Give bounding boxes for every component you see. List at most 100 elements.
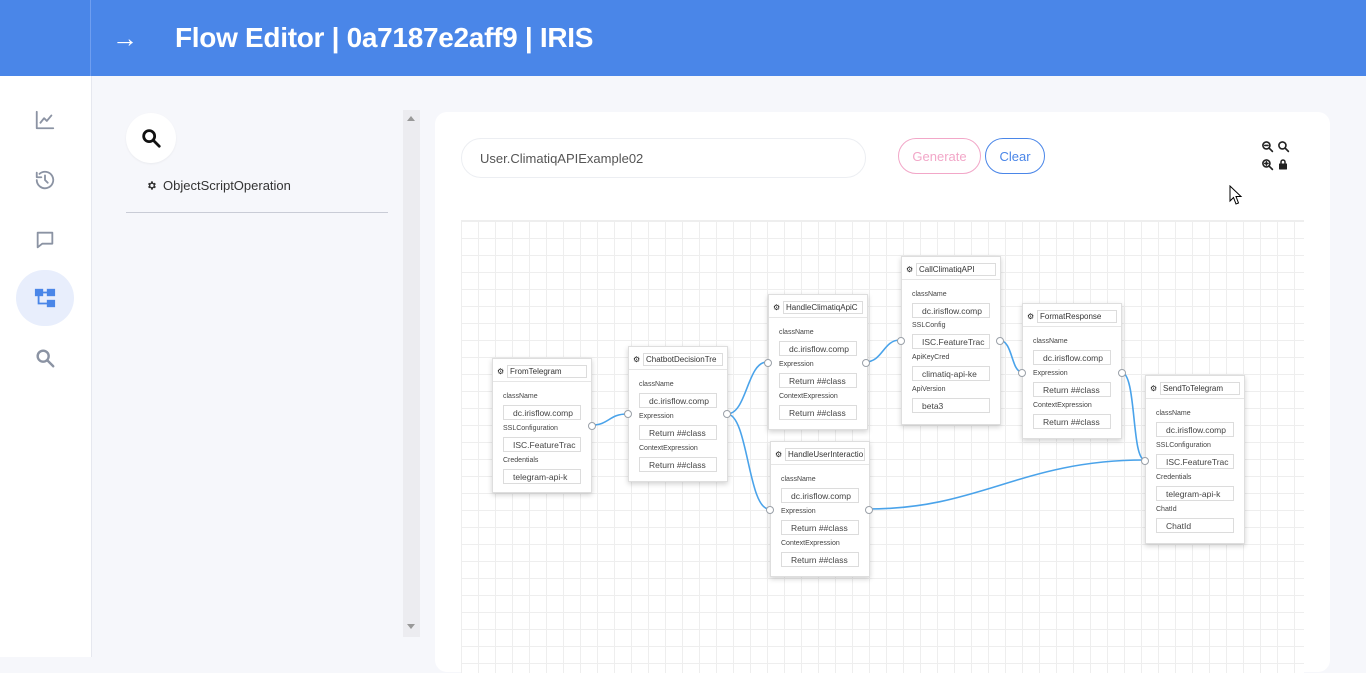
flow-node[interactable]: ⚙ FormatResponse className dc.irisflow.co…	[1022, 303, 1122, 439]
zoom-reset-icon[interactable]	[1277, 140, 1290, 158]
output-port[interactable]	[862, 359, 870, 367]
palette-scrollbar[interactable]	[403, 110, 420, 637]
field-input[interactable]: Return ##class	[779, 373, 857, 388]
field-label: className	[779, 329, 814, 336]
field-label: ContextExpression	[779, 393, 838, 400]
flow-node[interactable]: ⚙ ChatbotDecisionTre className dc.irisflo…	[628, 346, 728, 482]
sidebar-item-history[interactable]	[16, 152, 74, 208]
arrow-right-icon[interactable]: →	[112, 22, 138, 54]
node-header[interactable]: ⚙ HandleClimatiqApiC	[773, 300, 863, 314]
field-input[interactable]: dc.irisflow.comp	[1033, 350, 1111, 365]
field-input[interactable]: Return ##class	[1033, 382, 1111, 397]
sidebar-item-messages[interactable]	[16, 212, 74, 268]
sidebar-item-search[interactable]	[16, 330, 74, 386]
node-header[interactable]: ⚙ ChatbotDecisionTre	[633, 352, 723, 366]
field-input[interactable]: Return ##class	[781, 520, 859, 535]
field-label: ContextExpression	[1033, 402, 1092, 409]
node-title[interactable]: SendToTelegram	[1160, 381, 1240, 395]
palette-item-objectscriptoperation[interactable]: ObjectScriptOperation	[146, 178, 291, 193]
field-input[interactable]: dc.irisflow.comp	[639, 393, 717, 408]
input-port[interactable]	[624, 410, 632, 418]
node-title[interactable]: FromTelegram	[507, 364, 587, 378]
field-input[interactable]: Return ##class	[639, 457, 717, 472]
palette-item-label: ObjectScriptOperation	[163, 178, 291, 193]
connection-wire	[867, 459, 1146, 510]
page-title: Flow Editor | 0a7187e2aff9 | IRIS	[175, 22, 594, 53]
node-title[interactable]: HandleClimatiqApiC	[783, 300, 863, 314]
field-input[interactable]: dc.irisflow.comp	[1156, 422, 1234, 437]
field-label: className	[781, 476, 816, 483]
scroll-down-icon[interactable]	[407, 624, 415, 629]
field-input[interactable]: telegram-api-k	[1156, 486, 1234, 501]
node-header[interactable]: ⚙ HandleUserInteractio	[775, 447, 865, 461]
scroll-up-icon[interactable]	[407, 116, 415, 121]
flow-node[interactable]: ⚙ HandleUserInteractio className dc.irisf…	[770, 441, 870, 577]
input-port[interactable]	[897, 337, 905, 345]
lock-icon[interactable]	[1277, 158, 1289, 176]
field-label: SSLConfig	[912, 322, 946, 329]
node-header[interactable]: ⚙ CallClimatiqAPI	[906, 262, 996, 276]
field-input[interactable]: Return ##class	[1033, 414, 1111, 429]
flow-canvas[interactable]: ⚙ FromTelegram className dc.irisflow.comp…	[461, 220, 1304, 673]
flow-node[interactable]: ⚙ FromTelegram className dc.irisflow.comp…	[492, 358, 592, 493]
field-input[interactable]: ISC.FeatureTrac	[1156, 454, 1234, 469]
node-header[interactable]: ⚙ SendToTelegram	[1150, 381, 1240, 395]
output-port[interactable]	[1118, 369, 1126, 377]
history-icon	[35, 170, 55, 190]
clear-button[interactable]: Clear	[985, 138, 1045, 174]
field-input[interactable]: dc.irisflow.comp	[779, 341, 857, 356]
flow-node[interactable]: ⚙ SendToTelegram className dc.irisflow.co…	[1145, 375, 1245, 544]
field-input[interactable]: dc.irisflow.comp	[503, 405, 581, 420]
field-label: className	[1033, 338, 1068, 345]
node-title[interactable]: ChatbotDecisionTre	[643, 352, 723, 366]
field-input[interactable]: dc.irisflow.comp	[912, 303, 990, 318]
output-port[interactable]	[996, 337, 1004, 345]
zoom-controls	[1261, 138, 1291, 174]
output-port[interactable]	[723, 410, 731, 418]
node-title[interactable]: CallClimatiqAPI	[916, 262, 996, 276]
field-input[interactable]: Return ##class	[779, 405, 857, 420]
connection-wire	[726, 361, 768, 415]
field-input[interactable]: ISC.FeatureTrac	[912, 334, 990, 349]
node-title[interactable]: FormatResponse	[1037, 309, 1117, 323]
node-title[interactable]: HandleUserInteractio	[785, 447, 865, 461]
sidebar-item-analytics[interactable]	[16, 92, 74, 148]
field-label: Expression	[639, 413, 674, 420]
field-input[interactable]: ChatId	[1156, 518, 1234, 533]
input-port[interactable]	[764, 359, 772, 367]
flow-node[interactable]: ⚙ CallClimatiqAPI className dc.irisflow.c…	[901, 256, 1001, 425]
divider	[629, 369, 727, 370]
zoom-in-icon[interactable]	[1261, 158, 1274, 176]
field-input[interactable]: telegram-api-k	[503, 469, 581, 484]
chart-line-icon	[35, 110, 55, 130]
zoom-out-icon[interactable]	[1261, 140, 1274, 158]
output-port[interactable]	[865, 506, 873, 514]
divider	[1146, 398, 1244, 399]
input-port[interactable]	[1141, 457, 1149, 465]
field-label: ContextExpression	[781, 540, 840, 547]
top-bar-logo-area	[0, 0, 91, 76]
node-header[interactable]: ⚙ FormatResponse	[1027, 309, 1117, 323]
gear-icon: ⚙	[1027, 311, 1035, 321]
node-header[interactable]: ⚙ FromTelegram	[497, 364, 587, 378]
flow-node[interactable]: ⚙ HandleClimatiqApiC className dc.irisflo…	[768, 294, 868, 430]
field-label: Credentials	[1156, 474, 1192, 481]
field-input[interactable]: climatiq-api-ke	[912, 366, 990, 381]
palette-search-button[interactable]	[126, 113, 176, 163]
output-port[interactable]	[588, 422, 596, 430]
input-port[interactable]	[766, 506, 774, 514]
field-label: ChatId	[1156, 506, 1177, 513]
field-input[interactable]: Return ##class	[781, 552, 859, 567]
input-port[interactable]	[1018, 369, 1026, 377]
sidebar-item-flow[interactable]	[16, 270, 74, 326]
generate-button[interactable]: Generate	[898, 138, 981, 174]
field-input[interactable]: ISC.FeatureTrac	[503, 437, 581, 452]
field-input[interactable]: beta3	[912, 398, 990, 413]
field-input[interactable]: dc.irisflow.comp	[781, 488, 859, 503]
search-icon	[36, 349, 55, 368]
flow-editor-card: Generate Clear ⚙FromTelegram	[435, 112, 1330, 673]
field-input[interactable]: Return ##class	[639, 425, 717, 440]
divider	[1023, 326, 1121, 327]
divider	[902, 279, 1000, 280]
flow-name-input[interactable]	[461, 138, 866, 178]
